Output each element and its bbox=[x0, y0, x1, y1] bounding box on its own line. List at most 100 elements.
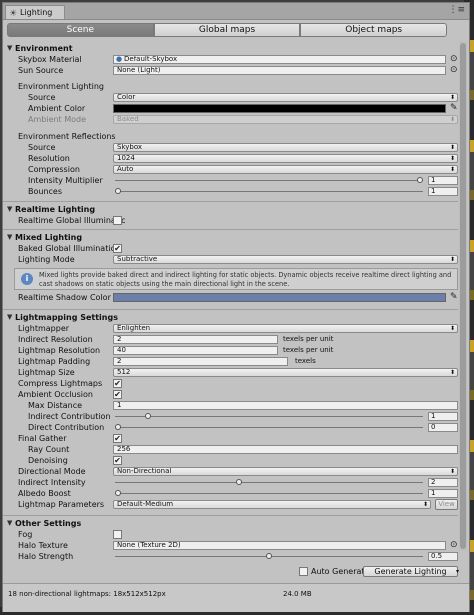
field-label: Source bbox=[28, 143, 56, 152]
row-lightmap-resolution: Lightmap Resolution 40 texels per unit bbox=[3, 345, 458, 356]
section-realtime-lighting[interactable]: ▼ Realtime Lighting bbox=[3, 204, 458, 215]
direct-contribution-input[interactable]: 0 bbox=[428, 423, 458, 432]
intensity-input[interactable]: 1 bbox=[428, 176, 458, 185]
section-title: Other Settings bbox=[15, 519, 82, 528]
lighting-tabs: Scene Global maps Object maps bbox=[7, 23, 448, 37]
slider-knob[interactable] bbox=[145, 413, 152, 419]
slider-knob[interactable] bbox=[115, 188, 121, 194]
shadow-color-swatch[interactable] bbox=[113, 293, 446, 302]
sun-source-field[interactable]: None (Light) bbox=[113, 66, 446, 75]
dropdown-arrow-icon: ⬍ bbox=[449, 155, 455, 162]
dropdown-arrow-icon: ⬍ bbox=[449, 369, 455, 376]
slider-track[interactable] bbox=[115, 427, 423, 428]
slider-knob[interactable] bbox=[266, 553, 272, 559]
window-tab-label: Lighting bbox=[20, 8, 53, 17]
skybox-material-field[interactable]: ● Default-Skybox bbox=[113, 55, 446, 64]
section-title: Lightmapping Settings bbox=[15, 313, 118, 322]
final-gather-checkbox[interactable]: ✔ bbox=[113, 434, 122, 443]
object-picker-icon[interactable]: ⊙ bbox=[450, 65, 458, 76]
tab-global-maps[interactable]: Global maps bbox=[153, 23, 301, 37]
lightmapper-dropdown[interactable]: Enlighten ⬍ bbox=[113, 324, 458, 333]
eyedropper-icon[interactable]: ✎ bbox=[450, 292, 458, 303]
section-environment[interactable]: ▼ Environment bbox=[3, 43, 458, 54]
row-direct-contribution: Direct Contribution 0 bbox=[3, 422, 458, 433]
ambient-mode-dropdown: Baked ⬍ bbox=[113, 115, 458, 124]
generate-lighting-button[interactable]: Generate Lighting bbox=[363, 566, 458, 577]
row-lightmap-padding: Lightmap Padding 2 texels bbox=[3, 356, 458, 367]
row-lighting-source: Source Color ⬍ bbox=[3, 92, 458, 103]
view-button[interactable]: View bbox=[435, 499, 458, 510]
realtime-gi-checkbox[interactable] bbox=[113, 216, 122, 225]
lightmap-parameters-dropdown[interactable]: Default-Medium ⬍ bbox=[113, 500, 431, 509]
compression-dropdown[interactable]: Auto ⬍ bbox=[113, 165, 458, 174]
tab-object-maps[interactable]: Object maps bbox=[300, 23, 448, 37]
field-label: Realtime Shadow Color bbox=[18, 293, 111, 302]
indirect-intensity-input[interactable]: 2 bbox=[428, 478, 458, 487]
row-fog: Fog bbox=[3, 529, 458, 540]
field-label: Source bbox=[28, 93, 56, 102]
dropdown-value: Auto bbox=[117, 165, 134, 173]
scrollbar-thumb[interactable] bbox=[460, 43, 466, 549]
directional-mode-dropdown[interactable]: Non-Directional ⬍ bbox=[113, 467, 458, 476]
slider-track[interactable] bbox=[115, 482, 423, 483]
fog-checkbox[interactable] bbox=[113, 530, 122, 539]
unit-label: texels per unit bbox=[283, 335, 334, 343]
scrollbar[interactable] bbox=[459, 41, 467, 551]
ambient-occlusion-checkbox[interactable]: ✔ bbox=[113, 390, 122, 399]
field-label: Ambient Color bbox=[28, 104, 86, 113]
eyedropper-icon[interactable]: ✎ bbox=[450, 103, 458, 114]
row-directional-mode: Directional Mode Non-Directional ⬍ bbox=[3, 466, 458, 477]
field-label: Lightmap Resolution bbox=[18, 346, 101, 355]
slider-track[interactable] bbox=[115, 191, 423, 192]
lightmap-resolution-input[interactable]: 40 bbox=[113, 346, 278, 355]
halo-strength-input[interactable]: 0.5 bbox=[428, 552, 458, 561]
indirect-resolution-input[interactable]: 2 bbox=[113, 335, 278, 344]
albedo-boost-input[interactable]: 1 bbox=[428, 489, 458, 498]
field-label: Indirect Resolution bbox=[18, 335, 93, 344]
indirect-contribution-input[interactable]: 1 bbox=[428, 412, 458, 421]
divider bbox=[3, 515, 458, 516]
max-distance-input[interactable]: 1 bbox=[113, 401, 458, 410]
dropdown-value: 1024 bbox=[117, 154, 135, 162]
halo-texture-field[interactable]: None (Texture 2D) bbox=[113, 541, 446, 550]
foldout-open-icon: ▼ bbox=[7, 205, 13, 213]
section-other-settings[interactable]: ▼ Other Settings bbox=[3, 518, 458, 529]
section-lightmapping-settings[interactable]: ▼ Lightmapping Settings bbox=[3, 312, 458, 323]
field-label: Directional Mode bbox=[18, 467, 86, 476]
auto-generate-label: Auto Generate bbox=[311, 567, 370, 576]
field-label: Compress Lightmaps bbox=[18, 379, 103, 388]
ray-count-input[interactable]: 256 bbox=[113, 445, 458, 454]
generate-dropdown-arrow-icon[interactable]: ▾ bbox=[456, 566, 459, 577]
menu-icon[interactable]: ⋮≡ bbox=[448, 5, 465, 15]
dropdown-arrow-icon: ⬍ bbox=[449, 256, 455, 263]
field-label: Intensity Multiplier bbox=[28, 176, 103, 185]
lighting-mode-dropdown[interactable]: Subtractive ⬍ bbox=[113, 255, 458, 264]
reflection-source-dropdown[interactable]: Skybox ⬍ bbox=[113, 143, 458, 152]
object-picker-icon[interactable]: ⊙ bbox=[450, 54, 458, 65]
section-mixed-lighting[interactable]: ▼ Mixed Lighting bbox=[3, 232, 458, 243]
compress-lightmaps-checkbox[interactable]: ✔ bbox=[113, 379, 122, 388]
lightmap-padding-input[interactable]: 2 bbox=[113, 357, 288, 366]
slider-track[interactable] bbox=[115, 416, 423, 417]
tab-scene[interactable]: Scene bbox=[7, 23, 154, 37]
bounces-input[interactable]: 1 bbox=[428, 187, 458, 196]
slider-track[interactable] bbox=[115, 180, 423, 181]
object-picker-icon[interactable]: ⊙ bbox=[450, 540, 458, 551]
row-shadow-color: Realtime Shadow Color ✎ bbox=[3, 292, 458, 303]
baked-gi-checkbox[interactable]: ✔ bbox=[113, 244, 122, 253]
denoising-checkbox[interactable]: ✔ bbox=[113, 456, 122, 465]
auto-generate-checkbox[interactable] bbox=[299, 567, 308, 576]
slider-track[interactable] bbox=[115, 493, 423, 494]
slider-knob[interactable] bbox=[235, 479, 242, 485]
slider-knob[interactable] bbox=[417, 177, 423, 183]
ambient-color-swatch[interactable] bbox=[113, 104, 446, 113]
lighting-source-dropdown[interactable]: Color ⬍ bbox=[113, 93, 458, 102]
dropdown-value: Subtractive bbox=[117, 255, 158, 263]
slider-knob[interactable] bbox=[115, 424, 121, 430]
window-tab-lighting[interactable]: ☀ Lighting bbox=[5, 5, 65, 19]
row-lightmap-size: Lightmap Size 512 ⬍ bbox=[3, 367, 458, 378]
dropdown-value: Default-Medium bbox=[117, 500, 174, 508]
slider-knob[interactable] bbox=[115, 490, 121, 496]
lightmap-size-dropdown[interactable]: 512 ⬍ bbox=[113, 368, 458, 377]
resolution-dropdown[interactable]: 1024 ⬍ bbox=[113, 154, 458, 163]
